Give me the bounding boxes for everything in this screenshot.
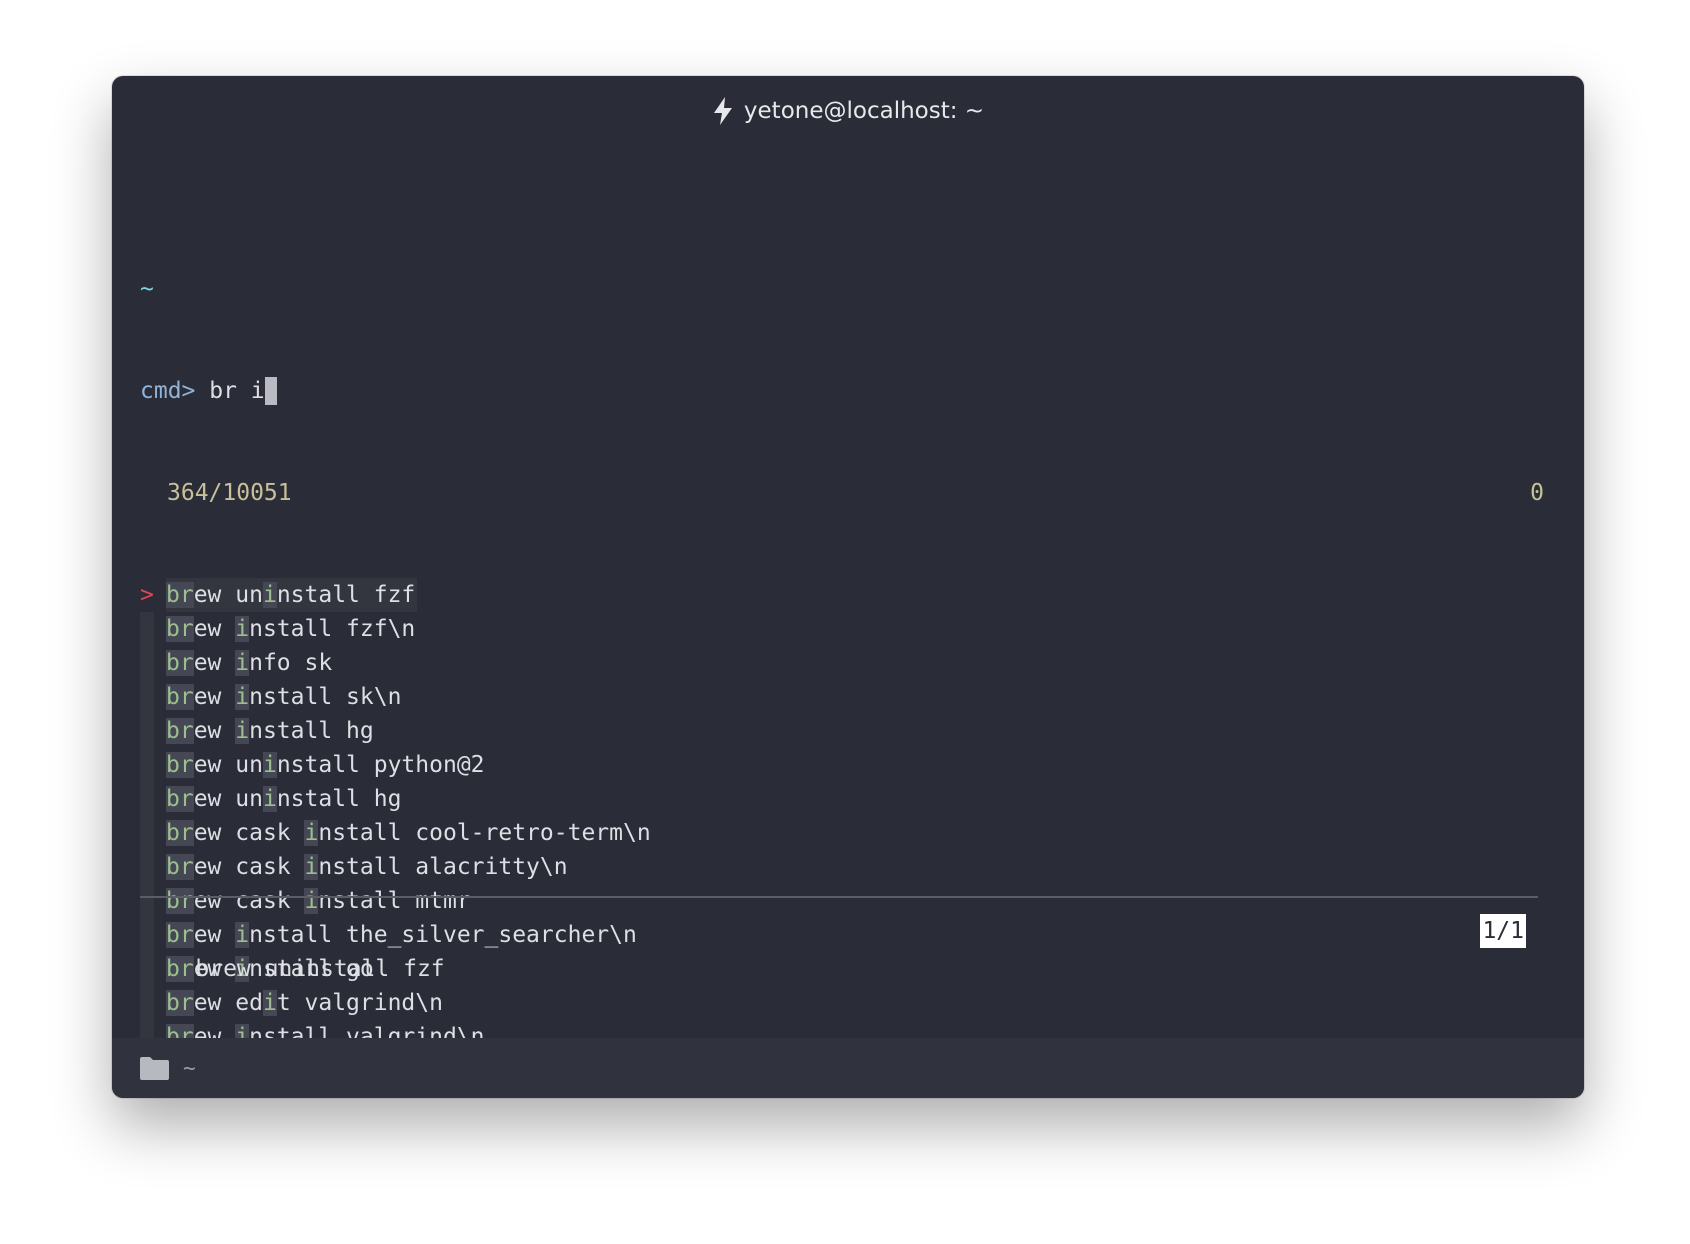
result-segment: nstall fzf (276, 582, 416, 608)
match-highlight: br (166, 752, 194, 778)
result-segment: nstall cool-retro-term\n (318, 820, 651, 846)
result-text: brew uninstall hg (166, 782, 401, 816)
match-highlight: br (166, 684, 194, 710)
result-segment: ew (193, 718, 236, 744)
match-highlight: i (304, 820, 319, 846)
selection-marker: > (140, 582, 154, 608)
result-gutter (140, 714, 154, 748)
match-counter-row: 364/10051 0 (140, 476, 1556, 510)
result-text: brew uninstall python@2 (166, 748, 485, 782)
selection-count: 0 (1530, 480, 1544, 506)
cwd-text: ~ (140, 276, 154, 302)
match-highlight: br (166, 786, 194, 812)
result-gutter (140, 782, 154, 816)
match-highlight: i (262, 786, 277, 812)
result-row[interactable]: brew uninstall python@2 (140, 748, 1556, 782)
result-text: brew uninstall fzf (166, 578, 418, 612)
lightning-icon (713, 97, 732, 125)
result-gutter (140, 748, 154, 782)
result-row[interactable]: brew cask install mtmr (140, 884, 1556, 918)
result-segment: ew un (193, 786, 263, 812)
text-cursor (264, 377, 277, 405)
result-text: brew install hg (166, 714, 374, 748)
result-row[interactable]: brew install hg (140, 714, 1556, 748)
result-segment: ew (193, 616, 236, 642)
match-highlight: i (262, 752, 277, 778)
result-row[interactable]: brew cask install cool-retro-term\n (140, 816, 1556, 850)
match-highlight: i (304, 854, 319, 880)
result-gutter (140, 850, 154, 884)
match-highlight: br (166, 616, 194, 642)
folder-icon (140, 1056, 169, 1080)
result-segment: ew cask (193, 820, 305, 846)
result-segment: ew un (193, 582, 263, 608)
window-title: yetone@localhost: ~ (743, 98, 985, 124)
result-text: brew cask install mtmr (166, 884, 471, 918)
match-highlight: i (235, 718, 250, 744)
query-input[interactable]: br i (209, 374, 264, 408)
match-highlight: br (166, 888, 194, 914)
result-row-selected[interactable]: > brew uninstall fzf (140, 578, 1556, 612)
query-line[interactable]: cmd> br i (140, 374, 1556, 408)
result-row[interactable]: brew uninstall hg (140, 782, 1556, 816)
result-gutter (140, 646, 154, 680)
prompt-label: cmd> (140, 378, 196, 404)
title-bar[interactable]: yetone@localhost: ~ (112, 76, 1584, 146)
result-segment: nstall python@2 (276, 752, 485, 778)
result-gutter (140, 884, 154, 918)
match-highlight: br (166, 854, 194, 880)
result-list[interactable]: > brew uninstall fzf brew install fzf\n bre… (140, 578, 1556, 1098)
result-row[interactable]: brew cask install alacritty\n (140, 850, 1556, 884)
match-highlight: i (262, 582, 277, 608)
result-row[interactable]: brew info sk (140, 646, 1556, 680)
result-segment: nfo sk (249, 650, 333, 676)
match-highlight: br (166, 820, 194, 846)
preview-pane: brew uninstall fzf (140, 918, 1526, 1020)
match-highlight: i (235, 650, 250, 676)
cwd-line: ~ (140, 272, 1556, 306)
result-text: brew install sk\n (166, 680, 401, 714)
result-segment: nstall hg (276, 786, 402, 812)
result-segment: nstall fzf\n (249, 616, 416, 642)
result-segment: ew cask (193, 854, 305, 880)
result-text: brew info sk (166, 646, 332, 680)
status-path: ~ (183, 1056, 196, 1080)
result-segment: nstall alacritty\n (318, 854, 568, 880)
match-highlight: br (166, 718, 194, 744)
result-row[interactable]: brew install fzf\n (140, 612, 1556, 646)
match-counter: 364/10051 (167, 480, 292, 506)
match-highlight: i (235, 684, 250, 710)
result-row[interactable]: brew install sk\n (140, 680, 1556, 714)
result-text: brew cask install cool-retro-term\n (166, 816, 651, 850)
result-segment: nstall hg (249, 718, 374, 744)
result-segment: ew (193, 684, 236, 710)
match-highlight: i (304, 888, 319, 914)
result-text: brew install fzf\n (166, 612, 415, 646)
match-highlight: i (235, 616, 250, 642)
status-bar: ~ (112, 1038, 1584, 1098)
result-segment: nstall sk\n (249, 684, 402, 710)
result-gutter (140, 680, 154, 714)
match-highlight: br (166, 650, 194, 676)
preview-separator (140, 896, 1538, 898)
result-segment: ew un (193, 752, 263, 778)
preview-text: brew uninstall fzf (195, 956, 445, 982)
result-text: brew cask install alacritty\n (166, 850, 568, 884)
result-gutter (140, 816, 154, 850)
preview-page-indicator: 1/1 (1480, 914, 1526, 948)
match-highlight: br (166, 582, 194, 608)
result-segment: ew (193, 650, 236, 676)
result-segment: nstall mtmr (318, 888, 471, 914)
result-segment: ew cask (193, 888, 305, 914)
result-gutter (140, 612, 154, 646)
terminal-window: yetone@localhost: ~ ~ cmd> br i 364/1005… (112, 76, 1584, 1098)
